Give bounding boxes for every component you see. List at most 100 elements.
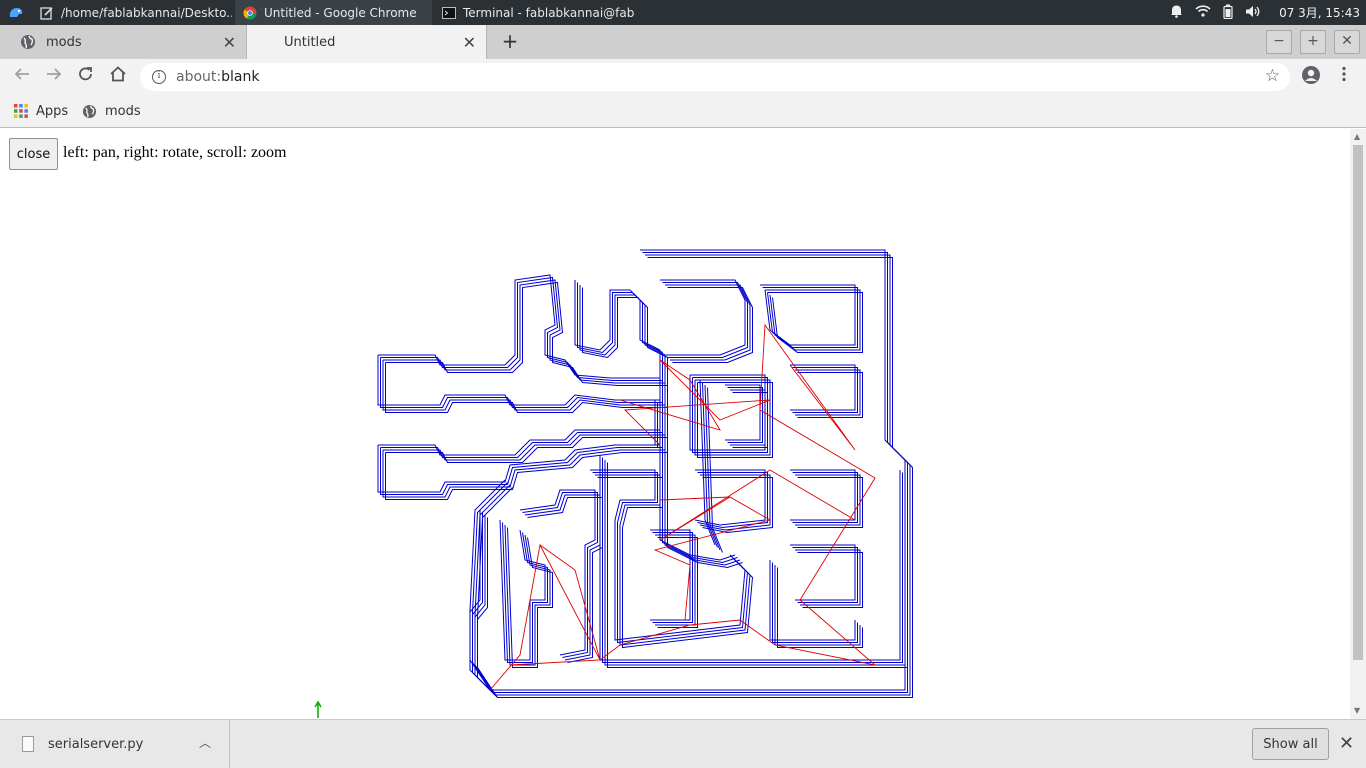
task-label: Untitled - Google Chrome	[264, 5, 417, 20]
toolpath-contour	[380, 447, 663, 495]
task-label: /home/fablabkannai/Deskto...	[61, 5, 232, 20]
home-button[interactable]	[106, 65, 130, 89]
system-tray: 07 3月, 15:43	[1170, 0, 1366, 25]
url-path: blank	[221, 69, 260, 85]
page-content: close left: pan, right: rotate, scroll: …	[0, 129, 1350, 719]
notification-bell-icon[interactable]	[1170, 4, 1183, 21]
close-button[interactable]: close	[9, 138, 58, 170]
wifi-icon[interactable]	[1195, 5, 1211, 20]
toolpath-contour	[790, 364, 856, 411]
globe-icon	[20, 34, 36, 50]
new-tab-button[interactable]: +	[498, 30, 522, 54]
toolpath-contour	[765, 289, 861, 351]
toolpath-contour	[792, 367, 858, 413]
back-button[interactable]	[10, 65, 34, 89]
close-tab-icon[interactable]: ✕	[463, 33, 476, 52]
toolpath-contour	[795, 369, 861, 416]
task-chrome[interactable]: Untitled - Google Chrome	[235, 0, 432, 25]
url-scheme: about:	[176, 69, 222, 85]
arrow-right-icon	[47, 68, 62, 80]
profile-button[interactable]	[1299, 65, 1323, 89]
apps-grid-icon	[14, 104, 28, 118]
clock[interactable]: 07 3月, 15:43	[1279, 4, 1360, 21]
close-shelf-icon[interactable]: ✕	[1339, 733, 1354, 754]
toolpath-contour	[577, 282, 663, 354]
toolpath-contour	[792, 547, 858, 603]
chrome-icon	[243, 6, 257, 20]
arrow-left-icon	[14, 68, 29, 80]
toolpath-contour	[725, 384, 761, 441]
text-editor-icon	[40, 6, 54, 20]
page-scrollbar[interactable]: ▲ ▼	[1350, 129, 1366, 719]
xfce-mouse-icon	[8, 6, 23, 20]
task-terminal[interactable]: Terminal - fablabkannai@fab...	[434, 0, 634, 25]
toolpath-contour	[662, 282, 748, 358]
show-all-button[interactable]: Show all	[1252, 728, 1329, 760]
toolpath-contour	[524, 494, 601, 661]
scroll-up-arrow-icon[interactable]: ▲	[1354, 132, 1360, 141]
toolpath-contour	[667, 287, 753, 363]
bookmark-label: mods	[105, 103, 141, 119]
home-icon	[110, 66, 126, 82]
close-window-button[interactable]: ✕	[1334, 30, 1360, 54]
maximize-button[interactable]: +	[1300, 30, 1326, 54]
scroll-down-arrow-icon[interactable]: ▼	[1354, 706, 1360, 715]
bookmark-apps[interactable]: Apps	[14, 101, 68, 121]
toolpath-contour	[579, 285, 666, 356]
rapid-move-path	[509, 544, 601, 666]
toolpath-contour	[797, 552, 863, 608]
tab-untitled[interactable]: Untitled ✕	[246, 25, 487, 59]
menu-button[interactable]	[1332, 65, 1356, 89]
info-icon[interactable]: i	[152, 70, 166, 84]
bookmark-mods[interactable]: mods	[82, 101, 141, 121]
close-tab-icon[interactable]: ✕	[223, 33, 236, 52]
os-taskbar: /home/fablabkannai/Deskto... Untitled - …	[0, 0, 1366, 25]
tab-strip: mods ✕ Untitled ✕ + − + ✕	[0, 25, 1366, 59]
forward-button[interactable]	[42, 65, 66, 89]
toolpath-contour	[378, 429, 660, 456]
bookmarks-bar: Apps mods	[0, 95, 1366, 128]
toolpath-contour	[797, 372, 863, 418]
volume-icon[interactable]	[1245, 5, 1261, 21]
account-circle-icon	[1302, 66, 1320, 84]
kebab-menu-icon	[1342, 66, 1346, 82]
toolpath-contour	[527, 497, 603, 663]
tab-title: mods	[46, 34, 82, 50]
toolpath-contour	[519, 489, 596, 656]
download-item[interactable]: serialserver.py ︿	[0, 720, 230, 768]
toolpath-contour	[382, 449, 665, 498]
task-label: Terminal - fablabkannai@fab...	[463, 5, 634, 20]
toolpath-contour	[660, 279, 746, 356]
toolpath-contour	[792, 472, 858, 523]
address-bar[interactable]: i about: blank ☆	[140, 63, 1290, 91]
file-icon	[22, 736, 34, 752]
toolpath-contour	[762, 287, 858, 348]
toolpath-contour	[702, 477, 773, 534]
terminal-icon	[442, 6, 456, 20]
toolpath-contour	[592, 472, 749, 644]
reload-button[interactable]	[74, 65, 98, 89]
battery-icon[interactable]	[1223, 4, 1233, 22]
task-file-manager[interactable]: /home/fablabkannai/Deskto...	[32, 0, 232, 25]
toolpath-contour	[665, 284, 751, 361]
tab-title: Untitled	[284, 34, 336, 50]
scrollbar-thumb[interactable]	[1353, 145, 1363, 660]
rapid-move-path	[489, 323, 877, 691]
bookmark-label: Apps	[36, 103, 69, 119]
toolpath-contour	[650, 529, 691, 621]
download-filename: serialserver.py	[48, 736, 144, 752]
bookmark-star-icon[interactable]: ☆	[1265, 66, 1280, 86]
tab-mods[interactable]: mods ✕	[0, 25, 246, 59]
app-menu-button[interactable]	[0, 0, 30, 25]
toolpath-contour	[790, 544, 856, 601]
chevron-up-icon[interactable]: ︿	[199, 734, 211, 751]
toolpath-contour	[767, 292, 863, 353]
downloads-shelf: serialserver.py ︿ Show all ✕	[0, 719, 1366, 768]
toolpath-contour	[795, 549, 861, 606]
reload-icon	[79, 67, 92, 81]
globe-icon	[82, 104, 97, 118]
minimize-button[interactable]: −	[1266, 30, 1292, 54]
controls-hint: left: pan, right: rotate, scroll: zoom	[63, 144, 287, 161]
browser-toolbar: i about: blank ☆	[0, 59, 1366, 95]
toolpath-preview[interactable]	[0, 129, 1350, 719]
